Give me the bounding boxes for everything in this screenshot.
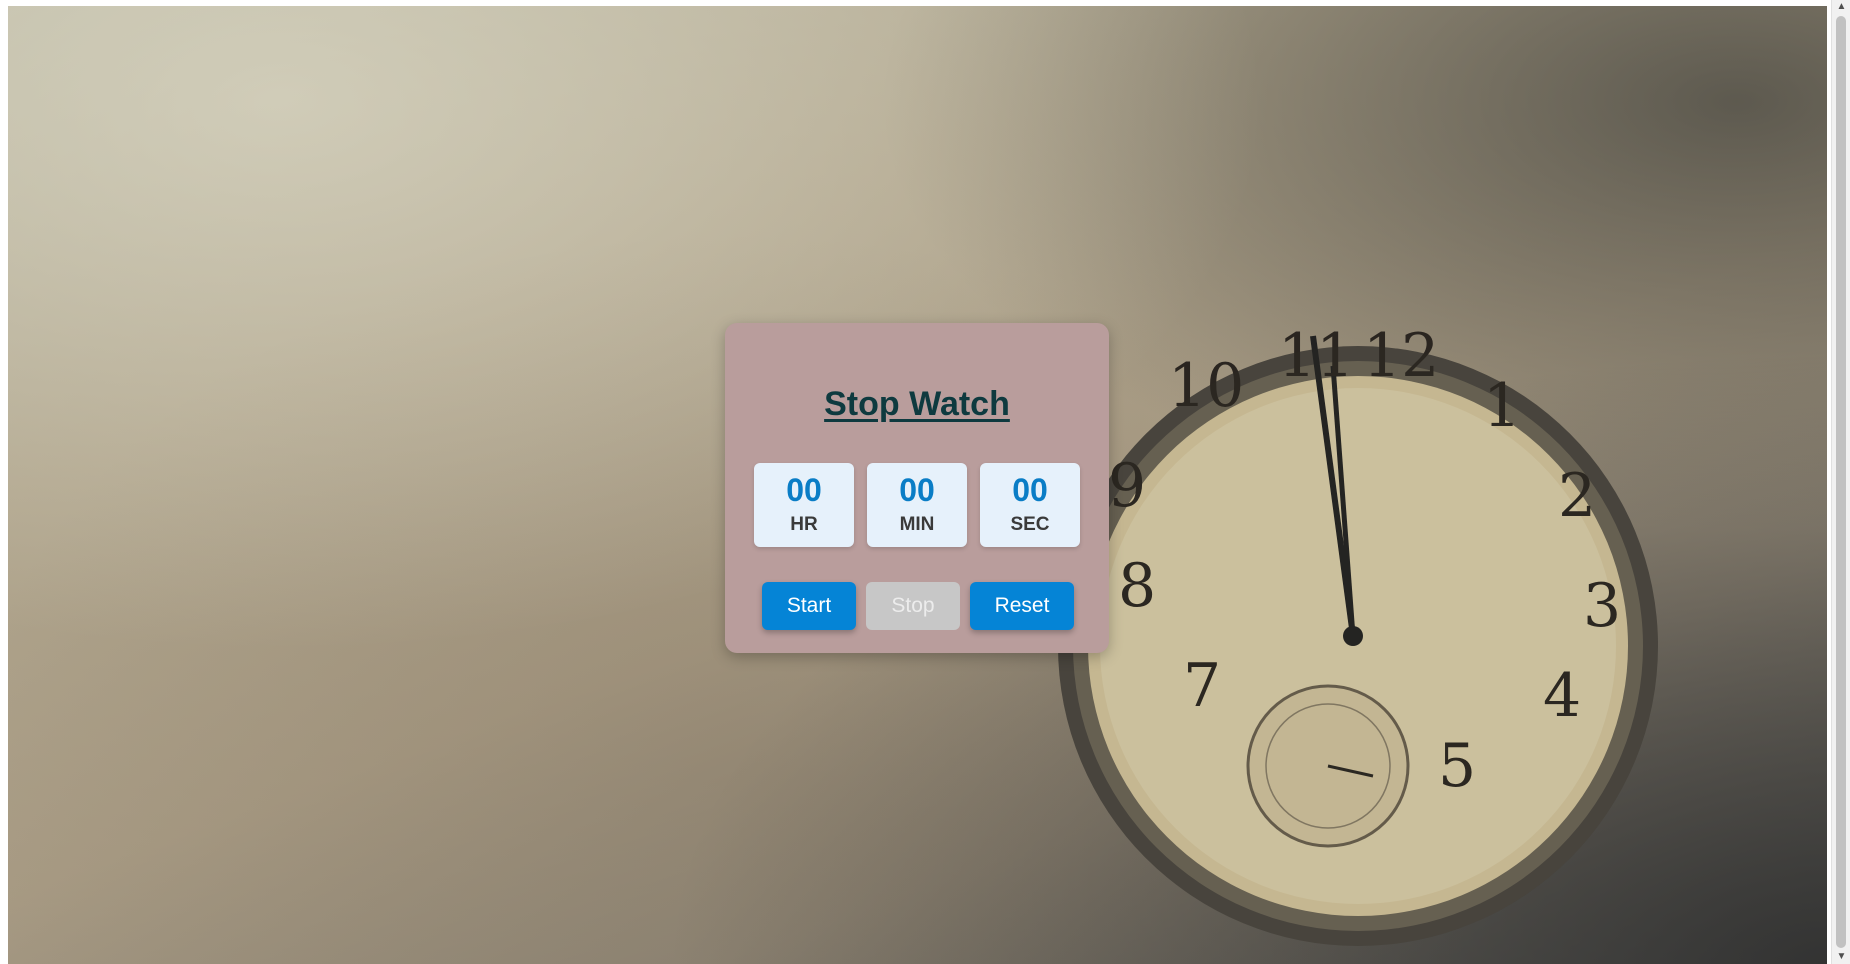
time-display: 00 HR 00 MIN 00 SEC: [754, 463, 1080, 547]
reset-button[interactable]: Reset: [970, 582, 1074, 630]
start-button[interactable]: Start: [762, 582, 856, 630]
scroll-up-arrow-icon[interactable]: ▲: [1832, 0, 1850, 14]
minutes-value: 00: [899, 472, 935, 508]
scroll-down-arrow-icon[interactable]: ▼: [1832, 950, 1850, 964]
seconds-label: SEC: [1010, 514, 1050, 535]
hours-box: 00 HR: [754, 463, 854, 547]
control-buttons: Start Stop Reset: [762, 582, 1074, 630]
pocket-watch-image: 11 12 1 2 3 4 5 7 8 9 10: [1058, 321, 1658, 946]
vertical-scrollbar[interactable]: ▲ ▼: [1831, 0, 1850, 964]
stopwatch-title: Stop Watch: [824, 385, 1010, 423]
background-viewport: 11 12 1 2 3 4 5 7 8 9 10 Stop Watch 00 H…: [8, 6, 1827, 964]
scrollbar-thumb[interactable]: [1836, 16, 1846, 948]
hours-label: HR: [790, 514, 818, 535]
seconds-box: 00 SEC: [980, 463, 1080, 547]
stop-button[interactable]: Stop: [866, 582, 960, 630]
hours-value: 00: [786, 472, 822, 508]
stopwatch-card: Stop Watch 00 HR 00 MIN 00 SEC Start Sto…: [725, 323, 1109, 653]
minutes-label: MIN: [899, 514, 935, 535]
minutes-box: 00 MIN: [867, 463, 967, 547]
seconds-value: 00: [1012, 472, 1048, 508]
